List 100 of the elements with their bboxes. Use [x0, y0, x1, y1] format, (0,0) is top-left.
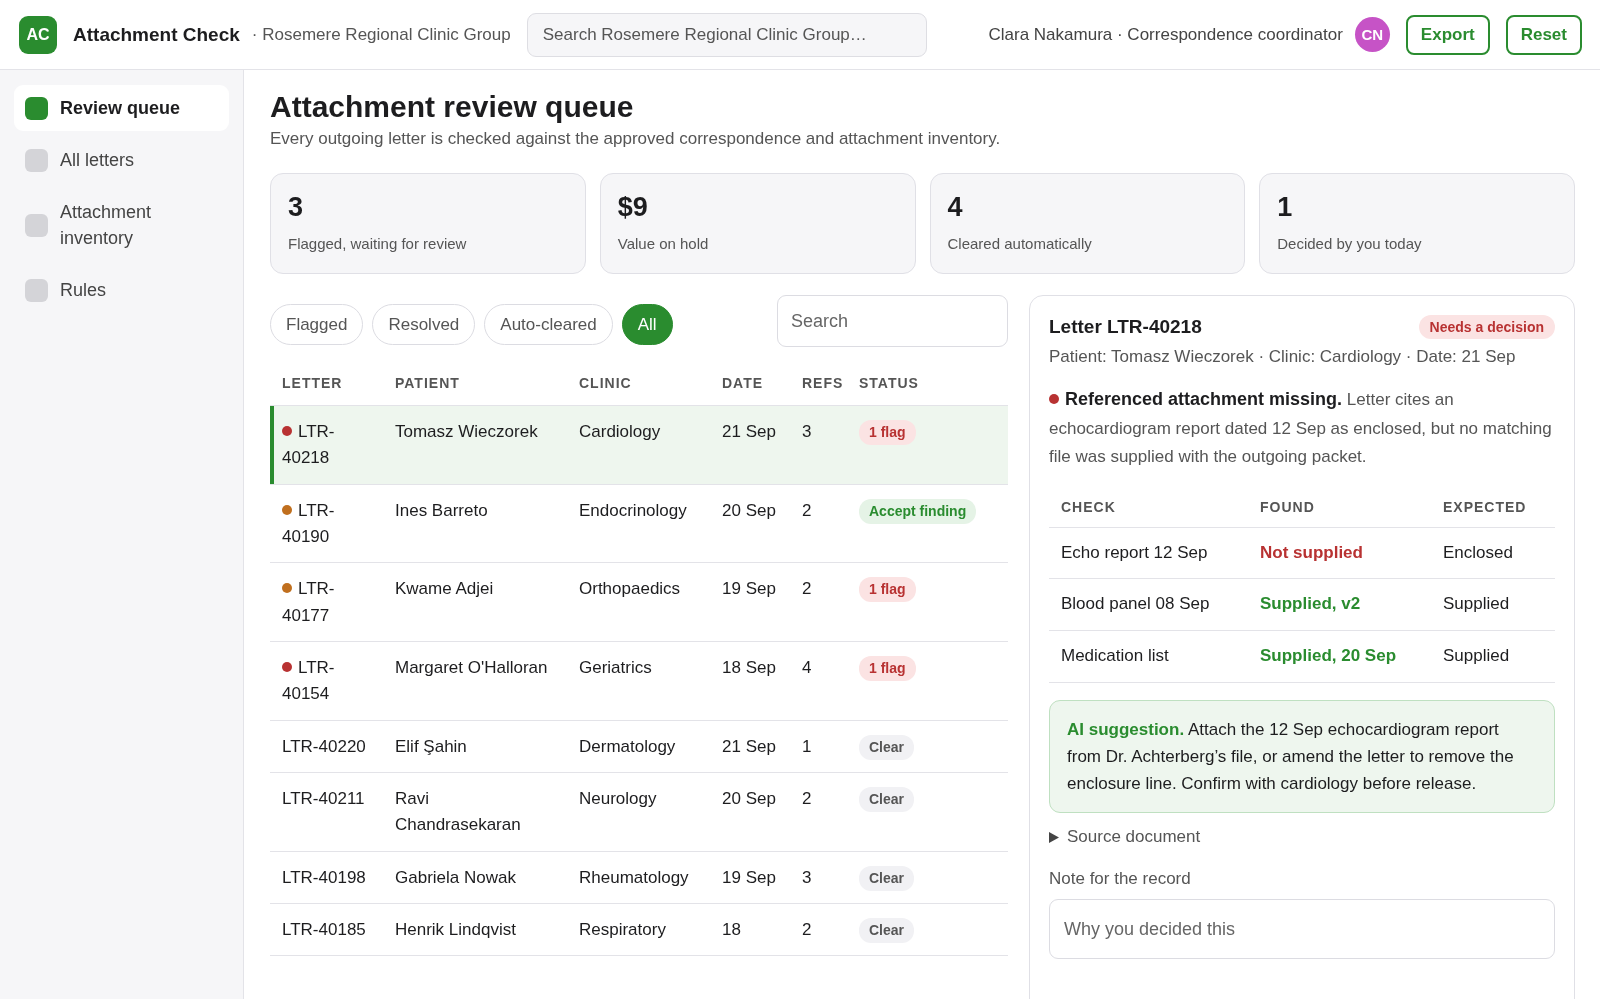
note-field[interactable]: Why you decided this	[1049, 899, 1555, 960]
sidebar-item[interactable]: Review queue	[14, 85, 229, 132]
filter-chip[interactable]: Flagged	[270, 304, 364, 345]
column-header: CLINIC	[567, 365, 710, 406]
status-badge: Clear	[859, 787, 915, 812]
status-badge: 1 flag	[859, 656, 916, 681]
status-badge: 1 flag	[859, 577, 916, 603]
finding-text: Referenced attachment missing. Letter cites an echocardiogram report dated 12 Sep as enclosed, but no matching file was supplied with the outgoing packet.	[1049, 390, 1552, 466]
clinic-cell: Endocrinology	[567, 484, 710, 563]
patient-cell: Tomasz Wieczorek	[383, 405, 567, 485]
column-header: STATUS	[847, 365, 1008, 406]
clinic-cell: Neurology	[567, 772, 710, 852]
check-cell: Blood panel 08 Sep	[1049, 578, 1248, 631]
column-header: LETTER	[270, 365, 383, 406]
stat-label: Flagged, waiting for review	[288, 235, 468, 252]
stat-value: 4	[947, 192, 964, 223]
patient-cell: Ravi Chandrasekaran	[383, 772, 567, 852]
nav-icon	[25, 278, 48, 302]
refs-cell: 2	[790, 903, 847, 956]
sidebar-item[interactable]: Attachment inventory	[14, 189, 229, 262]
status-badge: Clear	[859, 865, 915, 891]
patient-cell: Henrik Lindqvist	[383, 903, 567, 956]
stat-value: $9	[617, 192, 649, 223]
page-title: Attachment review queue	[270, 90, 635, 124]
letter-cell[interactable]: LTR-40211	[270, 772, 383, 852]
stat-label: Decided by you today	[1277, 235, 1423, 252]
clinic-cell: Dermatology	[567, 720, 710, 773]
detail-title: Letter LTR-40218	[1049, 316, 1202, 338]
status-badge: 1 flag	[859, 420, 916, 445]
column-header: REFS	[790, 365, 847, 406]
column-header: FOUND	[1248, 486, 1431, 528]
refs-cell: 2	[790, 484, 847, 563]
date-cell: 21 Sep	[710, 720, 790, 773]
ai-suggestion: AI suggestion. Attach the 12 Sep echocardiogram report from Dr. Achterberg’s file, or amend the letter to remove the enclosure line. Confirm with cardiology before release.	[1049, 699, 1555, 814]
nav-icon	[25, 213, 48, 237]
letter-cell[interactable]: LTR-40218	[270, 405, 383, 485]
sidebar-item[interactable]: All letters	[14, 137, 229, 184]
table-search-field[interactable]: Search	[777, 295, 1008, 347]
date-cell: 21 Sep	[710, 405, 790, 485]
letter-cell[interactable]: LTR-40220	[270, 720, 383, 773]
date-cell: 20 Sep	[710, 484, 790, 563]
check-cell: Echo report 12 Sep	[1049, 527, 1248, 579]
status-badge: Clear	[859, 734, 915, 760]
clinic-cell: Rheumatology	[567, 851, 710, 904]
column-header: PATIENT	[383, 365, 567, 406]
letter-meta: Patient: Tomasz Wieczorek · Clinic: Cardiology · Date: 21 Sep	[1049, 347, 1517, 367]
date-cell: 19 Sep	[710, 851, 790, 904]
user-avatar[interactable]: CN	[1354, 17, 1390, 52]
user-name: Clara Nakamura · Correspondence coordinator	[988, 24, 1343, 45]
status-badge: Accept finding	[859, 498, 977, 524]
stat-label: Value on hold	[617, 235, 710, 252]
decision-badge: Needs a decision	[1418, 315, 1555, 339]
found-cell: Supplied, v2	[1248, 578, 1431, 631]
patient-cell: Margaret O'Halloran	[383, 641, 567, 721]
clinic-cell: Respiratory	[567, 903, 710, 956]
date-cell: 18 Sep	[710, 641, 790, 721]
expected-cell: Supplied	[1431, 630, 1555, 683]
column-header: DATE	[710, 365, 790, 406]
found-cell: Supplied, 20 Sep	[1248, 630, 1431, 683]
nav-icon	[25, 148, 48, 172]
sidebar-item[interactable]: Rules	[14, 267, 229, 314]
date-cell: 18	[710, 903, 790, 956]
app-logo: AC	[19, 15, 57, 54]
app-name: Attachment Check	[73, 23, 240, 46]
page-subtitle: Every outgoing letter is checked against the approved correspondence and attachment inventory.	[270, 129, 1002, 149]
found-cell: Not supplied	[1248, 527, 1431, 579]
refs-cell: 2	[790, 772, 847, 852]
patient-cell: Gabriela Nowak	[383, 851, 567, 904]
letter-cell[interactable]: LTR-40190	[270, 484, 383, 563]
organization-name: · Rosemere Regional Clinic Group	[251, 24, 511, 45]
date-cell: 20 Sep	[710, 772, 790, 852]
letter-cell[interactable]: LTR-40177	[270, 562, 383, 642]
expected-cell: Enclosed	[1431, 527, 1555, 579]
nav-icon	[25, 96, 48, 120]
status-badge: Clear	[859, 918, 915, 943]
refs-cell: 3	[790, 405, 847, 485]
stat-value: 1	[1277, 192, 1294, 223]
clinic-cell: Geriatrics	[567, 641, 710, 721]
patient-cell: Ines Barreto	[383, 484, 567, 563]
clinic-cell: Cardiology	[567, 405, 710, 485]
filter-chip[interactable]: Auto-cleared	[484, 304, 613, 345]
stat-label: Cleared automatically	[947, 235, 1093, 252]
check-cell: Medication list	[1049, 630, 1248, 683]
stat-value: 3	[288, 192, 305, 223]
filter-chip[interactable]: All	[621, 304, 673, 345]
filter-chip[interactable]: Resolved	[372, 304, 476, 345]
letter-cell[interactable]: LTR-40185	[270, 903, 383, 956]
patient-cell: Kwame Adjei	[383, 562, 567, 642]
search-field[interactable]: Search Rosemere Regional Clinic Group…	[526, 12, 927, 57]
reset-button[interactable]: Reset	[1505, 14, 1582, 55]
export-button[interactable]: Export	[1405, 14, 1490, 55]
refs-cell: 3	[790, 851, 847, 904]
letter-cell[interactable]: LTR-40198	[270, 851, 383, 904]
letter-cell[interactable]: LTR-40154	[270, 641, 383, 721]
source-document-toggle[interactable]: Source document	[1049, 827, 1201, 848]
refs-cell: 1	[790, 720, 847, 773]
note-label: Note for the record	[1049, 869, 1192, 890]
expected-cell: Supplied	[1431, 578, 1555, 631]
clinic-cell: Orthopaedics	[567, 562, 710, 642]
refs-cell: 2	[790, 562, 847, 642]
